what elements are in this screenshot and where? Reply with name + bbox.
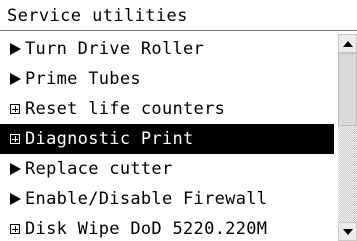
expand-plus-icon xyxy=(8,214,22,241)
menu-item-label: Replace cutter xyxy=(25,159,173,179)
expand-plus-icon xyxy=(8,94,22,124)
scroll-up-button[interactable] xyxy=(338,34,357,53)
menu-item-prime-tubes[interactable]: Prime Tubes xyxy=(0,64,334,94)
menu-item-turn-drive-roller[interactable]: Turn Drive Roller xyxy=(0,34,334,64)
menu-item-disk-wipe[interactable]: Disk Wipe DoD 5220.220M xyxy=(0,214,334,241)
arrow-right-icon xyxy=(8,154,22,184)
menu-item-label: Turn Drive Roller xyxy=(25,39,205,59)
title-divider xyxy=(0,30,357,31)
menu-item-diagnostic-print[interactable]: Diagnostic Print xyxy=(0,124,334,154)
menu-item-label: Disk Wipe DoD 5220.220M xyxy=(25,219,268,239)
menu-item-label: Enable/Disable Firewall xyxy=(25,189,268,209)
menu-item-replace-cutter[interactable]: Replace cutter xyxy=(0,154,334,184)
service-utilities-menu: Turn Drive Roller Prime Tubes Reset life… xyxy=(0,34,334,241)
menu-item-label: Diagnostic Print xyxy=(25,129,194,149)
expand-plus-icon xyxy=(8,124,22,154)
scroll-down-button[interactable] xyxy=(338,222,357,241)
triangle-up-icon xyxy=(342,40,353,47)
menu-item-reset-life-counters[interactable]: Reset life counters xyxy=(0,94,334,124)
arrow-right-icon xyxy=(8,64,22,94)
arrow-right-icon xyxy=(8,184,22,214)
arrow-right-icon xyxy=(8,34,22,64)
screen-title: Service utilities xyxy=(7,6,188,26)
menu-item-enable-disable-firewall[interactable]: Enable/Disable Firewall xyxy=(0,184,334,214)
vertical-scrollbar[interactable] xyxy=(338,34,357,241)
menu-item-label: Prime Tubes xyxy=(25,69,141,89)
triangle-down-icon xyxy=(342,228,353,235)
scrollbar-thumb[interactable] xyxy=(338,53,357,126)
menu-item-label: Reset life counters xyxy=(25,99,226,119)
